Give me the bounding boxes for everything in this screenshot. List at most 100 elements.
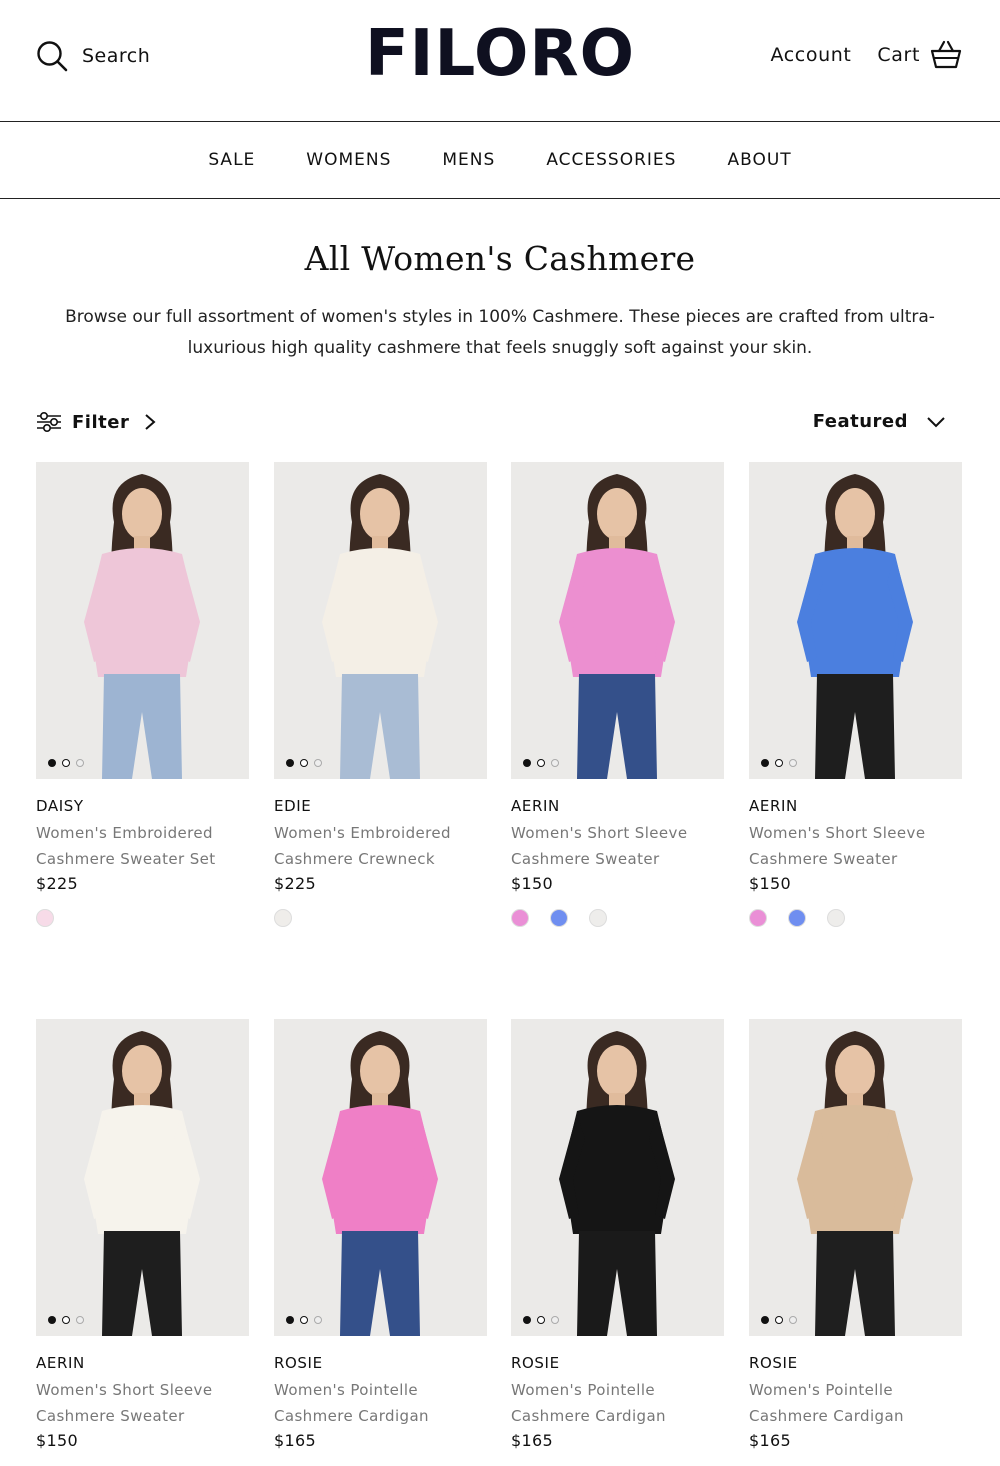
product-name[interactable]: Women's Short Sleeve Cashmere Sweater [511,820,711,872]
carousel-dot[interactable] [775,759,783,767]
product-card[interactable]: ROSIE Women's Pointelle Cashmere Cardiga… [274,1019,487,1466]
carousel-dot[interactable] [314,1316,322,1324]
product-card[interactable]: ROSIE Women's Pointelle Cashmere Cardiga… [749,1019,962,1466]
carousel-dot[interactable] [286,759,294,767]
product-brand[interactable]: AERIN [749,797,962,815]
basket-icon [930,40,962,69]
product-image[interactable] [36,1019,249,1336]
model-figure [322,474,438,779]
product-image[interactable] [511,1019,724,1336]
carousel-dot[interactable] [537,759,545,767]
product-brand[interactable]: ROSIE [511,1354,724,1372]
product-card[interactable]: AERIN Women's Short Sleeve Cashmere Swea… [511,462,724,927]
carousel-dot[interactable] [761,759,769,767]
chevron-right-icon [145,414,156,430]
product-name[interactable]: Women's Short Sleeve Cashmere Sweater [749,820,949,872]
color-swatch[interactable] [511,909,529,927]
filter-label: Filter [72,411,130,433]
carousel-dot[interactable] [62,759,70,767]
carousel-dot[interactable] [523,759,531,767]
image-carousel-dots[interactable] [523,1316,565,1324]
image-carousel-dots[interactable] [286,1316,328,1324]
model-figure [84,474,200,779]
color-swatch[interactable] [274,909,292,927]
image-carousel-dots[interactable] [48,759,90,767]
product-image[interactable] [274,462,487,779]
carousel-dot[interactable] [76,759,84,767]
product-brand[interactable]: ROSIE [749,1354,962,1372]
carousel-dot[interactable] [48,759,56,767]
color-swatch[interactable] [827,909,845,927]
product-brand[interactable]: AERIN [36,1354,249,1372]
carousel-dot[interactable] [523,1316,531,1324]
sort-dropdown[interactable]: Featured [813,411,946,432]
image-carousel-dots[interactable] [761,1316,803,1324]
product-image[interactable] [749,1019,962,1336]
product-card[interactable]: AERIN Women's Short Sleeve Cashmere Swea… [749,462,962,927]
model-figure [559,1031,675,1336]
product-brand[interactable]: AERIN [511,797,724,815]
carousel-dot[interactable] [314,759,322,767]
product-card[interactable]: EDIE Women's Embroidered Cashmere Crewne… [274,462,487,927]
carousel-dot[interactable] [789,759,797,767]
model-figure [797,474,913,779]
product-image[interactable] [749,462,962,779]
product-name[interactable]: Women's Pointelle Cashmere Cardigan [749,1377,949,1429]
carousel-dot[interactable] [62,1316,70,1324]
image-carousel-dots[interactable] [286,759,328,767]
sort-label: Featured [812,411,908,432]
color-swatch[interactable] [36,909,54,927]
nav-accessories[interactable]: ACCESSORIES [546,150,676,170]
product-price: $165 [511,1431,553,1450]
color-swatch[interactable] [589,909,607,927]
color-swatch[interactable] [788,909,806,927]
carousel-dot[interactable] [537,1316,545,1324]
carousel-dot[interactable] [761,1316,769,1324]
site-header: Search FILORO Account Cart [0,0,1000,121]
product-name[interactable]: Women's Pointelle Cashmere Cardigan [274,1377,474,1429]
image-carousel-dots[interactable] [523,759,565,767]
carousel-dot[interactable] [76,1316,84,1324]
color-swatch[interactable] [749,909,767,927]
product-name[interactable]: Women's Embroidered Cashmere Crewneck [274,820,474,872]
color-swatch[interactable] [550,909,568,927]
cart-button[interactable]: Cart [877,40,962,70]
product-image[interactable] [36,462,249,779]
product-price: $225 [274,874,316,893]
product-brand[interactable]: ROSIE [274,1354,487,1372]
color-swatches [274,909,487,927]
model-figure [559,474,675,779]
product-name[interactable]: Women's Short Sleeve Cashmere Sweater [36,1377,236,1429]
product-card[interactable]: DAISY Women's Embroidered Cashmere Sweat… [36,462,249,927]
product-price: $150 [749,874,791,893]
carousel-dot[interactable] [775,1316,783,1324]
product-name[interactable]: Women's Embroidered Cashmere Sweater Set [36,820,236,872]
filter-button[interactable]: Filter [36,411,157,433]
carousel-dot[interactable] [789,1316,797,1324]
account-link[interactable]: Account [771,44,852,66]
image-carousel-dots[interactable] [761,759,803,767]
cart-label: Cart [877,44,920,66]
product-price: $150 [511,874,553,893]
sliders-icon [37,411,61,433]
carousel-dot[interactable] [551,1316,559,1324]
nav-womens[interactable]: WOMENS [306,150,391,170]
carousel-dot[interactable] [300,759,308,767]
product-card[interactable]: AERIN Women's Short Sleeve Cashmere Swea… [36,1019,249,1466]
nav-sale[interactable]: SALE [208,150,255,170]
product-card[interactable]: ROSIE Women's Pointelle Cashmere Cardiga… [511,1019,724,1466]
product-brand[interactable]: EDIE [274,797,487,815]
image-carousel-dots[interactable] [48,1316,90,1324]
product-name[interactable]: Women's Pointelle Cashmere Cardigan [511,1377,711,1429]
product-image[interactable] [511,462,724,779]
nav-about[interactable]: ABOUT [727,150,791,170]
product-brand[interactable]: DAISY [36,797,249,815]
product-image[interactable] [274,1019,487,1336]
carousel-dot[interactable] [551,759,559,767]
nav-mens[interactable]: MENS [442,150,495,170]
carousel-dot[interactable] [300,1316,308,1324]
carousel-dot[interactable] [286,1316,294,1324]
carousel-dot[interactable] [48,1316,56,1324]
model-figure [322,1031,438,1336]
product-price: $165 [749,1431,791,1450]
